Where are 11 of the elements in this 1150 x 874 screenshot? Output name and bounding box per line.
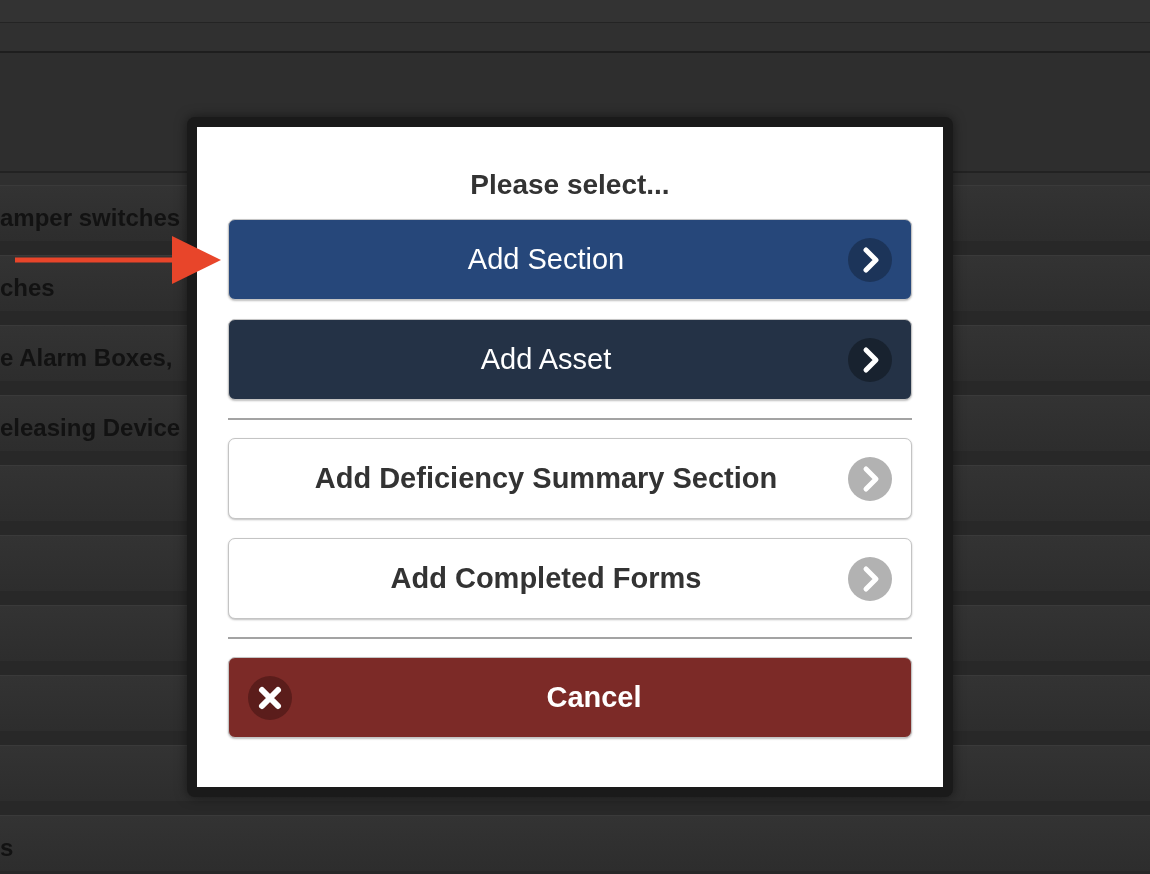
option-button[interactable]: Add Deficiency Summary Section [228, 438, 912, 519]
cancel-button[interactable]: Cancel [228, 657, 912, 738]
option-button[interactable]: Add Asset [228, 319, 912, 400]
chevron-right-icon [848, 556, 892, 601]
chevron-right-icon [848, 337, 892, 382]
close-icon [248, 675, 292, 720]
chevron-right-icon [848, 237, 892, 282]
dialog-title: Please select... [469, 168, 671, 202]
option-button[interactable]: Add Completed Forms [228, 538, 912, 619]
option-button[interactable]: Add Section [228, 219, 912, 300]
chevron-right-icon [848, 456, 892, 501]
